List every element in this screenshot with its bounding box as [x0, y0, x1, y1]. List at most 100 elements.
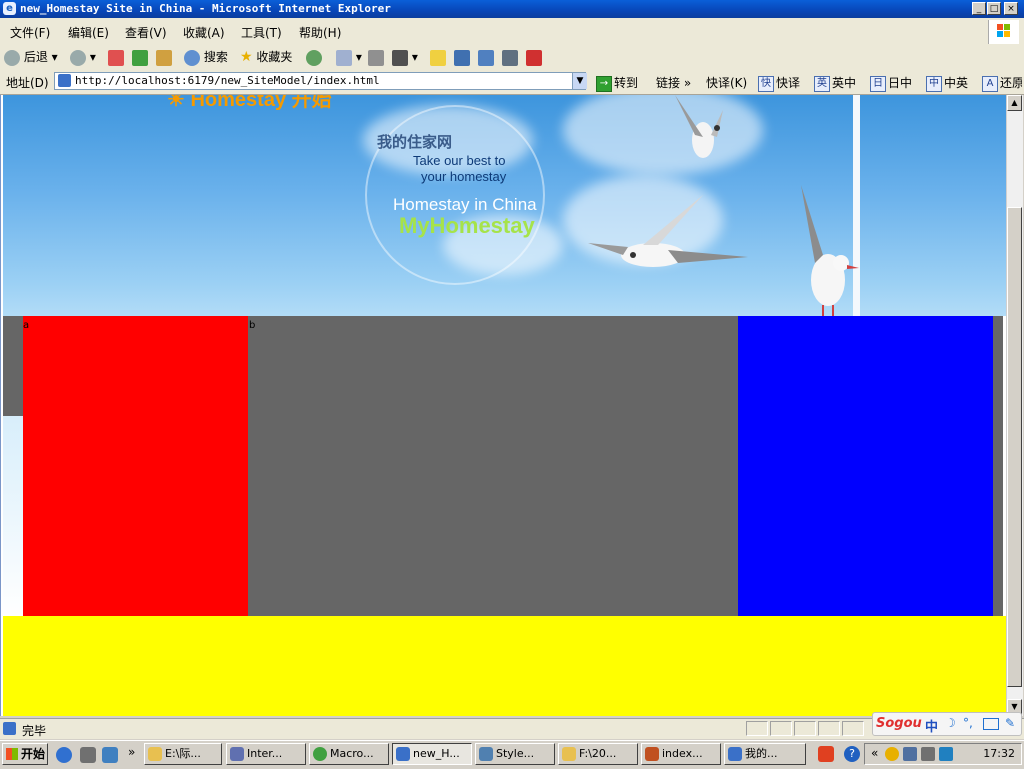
tool-button-1[interactable]	[454, 48, 470, 66]
ja-zh-button[interactable]: 日日中	[870, 74, 912, 92]
task-label: index...	[662, 747, 703, 760]
task-button[interactable]: index...	[641, 743, 721, 765]
print-button[interactable]	[368, 48, 384, 66]
punctuation-icon[interactable]: °,	[963, 716, 973, 730]
maximize-button[interactable]: □	[987, 2, 1001, 15]
quicklaunch-ie-icon[interactable]	[56, 747, 72, 763]
sogou-logo: Sogou	[876, 716, 922, 731]
task-button[interactable]: 我的...	[724, 743, 806, 765]
layout-box-c	[738, 316, 993, 616]
task-button[interactable]: E:\际...	[144, 743, 222, 765]
menu-help[interactable]: 帮助(H)	[299, 24, 341, 41]
help-icon[interactable]: ?	[844, 746, 860, 762]
page-done-icon	[3, 722, 16, 735]
start-button[interactable]: 开始	[2, 743, 48, 765]
task-label: Macro...	[330, 747, 374, 760]
task-button[interactable]: F:\20...	[558, 743, 638, 765]
task-button[interactable]: Macro...	[309, 743, 389, 765]
vertical-scrollbar[interactable]: ▲ ▼	[1006, 95, 1023, 716]
restore-icon: A	[982, 75, 998, 92]
app-icon	[230, 747, 244, 761]
taskbar: 开始 » E:\际... Inter... Macro... new_H... …	[0, 740, 1024, 769]
minimize-button[interactable]: _	[972, 2, 986, 15]
image-icon	[645, 747, 659, 761]
windows-flag-icon	[6, 748, 18, 760]
quick-translate-menu[interactable]: 快译(K)	[706, 74, 747, 91]
forward-button[interactable]: ▾	[70, 48, 96, 66]
volume-icon[interactable]	[921, 747, 935, 761]
task-button-active[interactable]: new_H...	[392, 743, 472, 765]
keyboard-icon[interactable]	[983, 718, 999, 730]
ime-toolbar[interactable]: Sogou 中 ☽ °, ✎	[872, 712, 1022, 736]
tagline-line-1: Take our best to	[413, 153, 506, 168]
address-dropdown-button[interactable]: ▼	[572, 73, 587, 89]
home-button[interactable]	[156, 48, 172, 66]
title-bar[interactable]: e new_Homestay Site in China - Microsoft…	[0, 0, 1024, 18]
sogou-tray-icon[interactable]	[818, 746, 834, 762]
zh-en-button[interactable]: 中中英	[926, 74, 968, 92]
refresh-button[interactable]	[132, 48, 148, 66]
clock[interactable]: 17:32	[983, 747, 1015, 760]
history-button[interactable]	[306, 48, 322, 66]
home-icon	[156, 49, 172, 66]
note-button[interactable]	[430, 48, 446, 66]
menu-tools[interactable]: 工具(T)	[241, 24, 282, 41]
favorites-button[interactable]: ★ 收藏夹	[240, 48, 292, 66]
scroll-thumb[interactable]	[1007, 207, 1022, 687]
quick-translate-button[interactable]: 快快译	[758, 74, 800, 92]
banner-en-title: Homestay in China	[393, 195, 537, 214]
quick-translate-icon: 快	[758, 75, 774, 92]
wrench-icon[interactable]: ✎	[1005, 716, 1015, 730]
moon-icon[interactable]: ☽	[945, 716, 956, 730]
style-icon	[479, 747, 493, 761]
zh-en-icon: 中	[926, 75, 942, 92]
quicklaunch-more[interactable]: »	[128, 745, 135, 759]
folder-icon	[562, 747, 576, 761]
refresh-icon	[132, 49, 148, 66]
search-icon	[184, 49, 200, 66]
restore-button[interactable]: A 还原	[982, 74, 1022, 92]
back-label: 后退	[23, 50, 48, 64]
qq-icon[interactable]	[885, 747, 899, 761]
security-icon[interactable]	[939, 747, 953, 761]
menu-file[interactable]: 文件(F)	[10, 24, 50, 41]
mail-button[interactable]: ▾	[336, 48, 362, 66]
address-bar: 地址(D) http://localhost:6179/new_SiteMode…	[0, 70, 1024, 95]
network-icon[interactable]	[903, 747, 917, 761]
search-button[interactable]: 搜索	[184, 48, 228, 66]
page-viewport[interactable]: ☀ Homestay 开始 我的住家网 Take our best to you…	[0, 95, 1006, 716]
stop-button[interactable]	[108, 48, 124, 66]
task-button[interactable]: Inter...	[226, 743, 306, 765]
scroll-up-button[interactable]: ▲	[1007, 95, 1022, 111]
menu-favorites[interactable]: 收藏(A)	[183, 24, 225, 41]
favorites-label: 收藏夹	[256, 50, 293, 64]
ie-icon: e	[3, 2, 16, 15]
en-zh-button[interactable]: 英英中	[814, 74, 856, 92]
layout-box-a	[23, 316, 248, 616]
quicklaunch-desktop-icon[interactable]	[80, 747, 96, 763]
back-button[interactable]: 后退 ▾	[4, 48, 58, 66]
go-button[interactable]: → 转到	[596, 74, 638, 92]
status-text: 完毕	[22, 724, 47, 738]
task-button[interactable]: Style...	[475, 743, 555, 765]
task-label: new_H...	[413, 747, 460, 760]
tool-button-4[interactable]	[526, 48, 542, 66]
address-input[interactable]: http://localhost:6179/new_SiteModel/inde…	[54, 72, 586, 90]
quicklaunch-app-icon[interactable]	[102, 747, 118, 763]
menu-view[interactable]: 查看(V)	[125, 24, 167, 41]
windows-logo-icon	[988, 20, 1019, 44]
status-cell	[818, 721, 840, 736]
ime-mode-toggle[interactable]: 中	[925, 716, 938, 735]
tagline-line-2: your homestay	[421, 169, 507, 184]
links-label: 链接	[656, 76, 681, 90]
menu-bar: 文件(F) 编辑(E) 查看(V) 收藏(A) 工具(T) 帮助(H)	[0, 18, 1024, 45]
back-arrow-icon	[4, 49, 20, 66]
tool-button-2[interactable]	[478, 48, 494, 66]
links-button[interactable]: 链接 »	[656, 74, 691, 91]
tool-button-3[interactable]	[502, 48, 518, 66]
menu-edit[interactable]: 编辑(E)	[68, 24, 109, 41]
edit-button[interactable]: ▾	[392, 48, 418, 66]
forward-arrow-icon	[70, 49, 86, 66]
tray-expand-button[interactable]: «	[871, 746, 878, 760]
close-button[interactable]: ×	[1004, 2, 1018, 15]
